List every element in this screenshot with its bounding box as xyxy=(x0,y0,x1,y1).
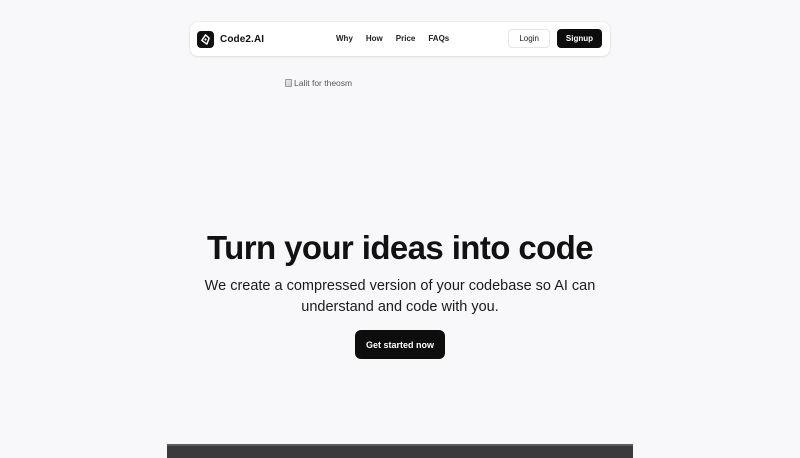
broken-image-icon xyxy=(285,79,292,87)
product-preview-frame xyxy=(167,444,633,458)
nav-link-how[interactable]: How xyxy=(366,33,383,45)
nav-links: Why How Price FAQs xyxy=(336,33,449,45)
signup-button[interactable]: Signup xyxy=(556,29,602,48)
code2-logo-icon xyxy=(197,30,214,48)
hero-image-broken: Lalit for theosm xyxy=(285,78,352,88)
nav-link-price[interactable]: Price xyxy=(396,33,416,45)
brand-name: Code2.AI xyxy=(220,33,265,45)
hero-subtitle: We create a compressed version of your c… xyxy=(204,278,596,315)
login-button[interactable]: Login xyxy=(508,29,550,48)
nav-link-faqs[interactable]: FAQs xyxy=(428,33,449,45)
hero-title: Turn your ideas into code xyxy=(207,229,594,266)
nav-link-why[interactable]: Why xyxy=(336,33,353,45)
hero-image-alt-text: Lalit for theosm xyxy=(294,78,353,88)
navbar: Code2.AI Why How Price FAQs Login Signup xyxy=(190,22,610,56)
brand[interactable]: Code2.AI xyxy=(197,30,264,48)
get-started-button[interactable]: Get started now xyxy=(355,330,445,359)
nav-actions: Login Signup xyxy=(508,29,602,48)
